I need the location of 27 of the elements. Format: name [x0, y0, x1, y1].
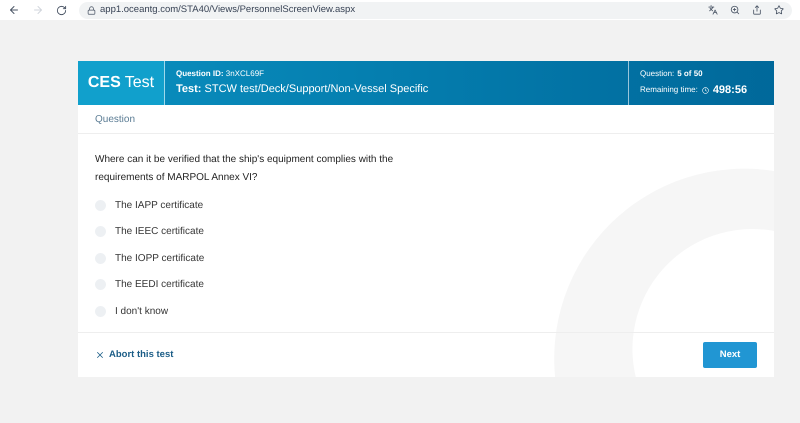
remaining-time: 498:56 [712, 82, 748, 98]
address-bar[interactable]: app1.oceantg.com/STA40/Views/PersonnelScreenView.aspx [79, 2, 792, 18]
share-icon[interactable] [752, 5, 762, 15]
question-label: Question: [640, 68, 674, 80]
remaining-label: Remaining time: [640, 84, 698, 96]
back-icon[interactable] [8, 4, 20, 16]
section-title: Question [95, 112, 136, 126]
close-icon [95, 350, 105, 360]
url-text: app1.oceantg.com/STA40/Views/PersonnelScreenView.aspx [100, 2, 356, 17]
bookmark-icon[interactable] [774, 5, 784, 15]
translate-icon[interactable] [708, 5, 718, 15]
clock-icon [702, 86, 709, 94]
test-path: Test: STCW test/Deck/Support/Non-Vessel Specific [176, 82, 430, 98]
answer-option[interactable]: The IAPP certificate [95, 196, 757, 214]
logo-text: Test [124, 73, 154, 93]
question-text: Where can it be verified that the ship's equipment complies with the requirements of MARPOL Annex VI? [95, 153, 394, 185]
question-counter: 5 of 50 [677, 68, 703, 80]
answer-option[interactable]: I don't know [95, 302, 757, 320]
abort-link[interactable]: Abort this test [95, 348, 174, 362]
answer-option[interactable]: The IEEC certificate [95, 222, 757, 240]
logo-bold: CES [88, 73, 121, 93]
zoom-icon[interactable] [730, 5, 740, 15]
lock-icon [87, 6, 96, 14]
reload-icon[interactable] [56, 4, 67, 16]
answer-option[interactable]: The EEDI certificate [95, 276, 757, 294]
question-id: Question ID: 3nXCL69F [176, 68, 266, 80]
answer-option[interactable]: The IOPP certificate [95, 249, 757, 267]
